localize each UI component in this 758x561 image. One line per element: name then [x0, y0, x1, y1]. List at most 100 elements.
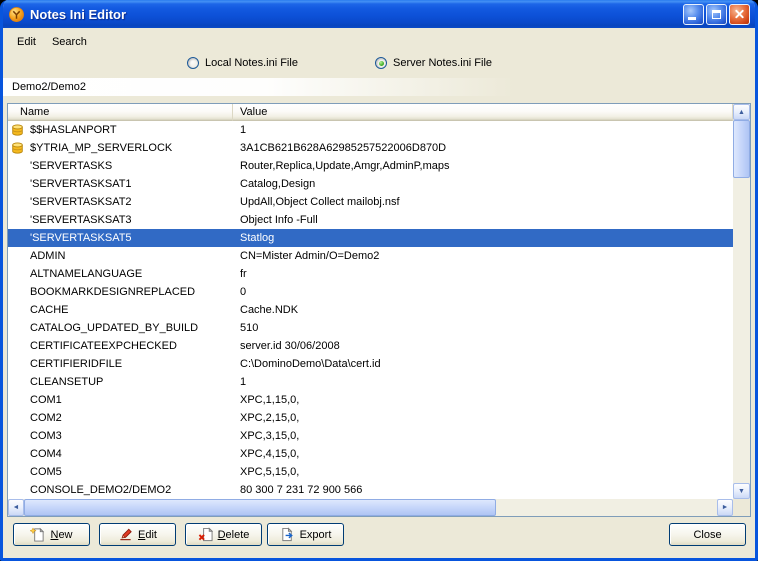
local-radio-label: Local Notes.ini File — [205, 57, 298, 69]
close-window-button[interactable] — [729, 4, 750, 25]
table-row[interactable]: BOOKMARKDESIGNREPLACED0 — [8, 283, 733, 301]
row-icon-slot — [10, 375, 30, 390]
menu-search[interactable]: Search — [44, 34, 95, 50]
row-icon-slot — [10, 177, 30, 192]
server-path: Demo2/Demo2 — [3, 78, 755, 96]
table-header: Name Value — [8, 104, 733, 121]
new-button-label: New — [50, 529, 72, 541]
row-value: C:\DominoDemo\Data\cert.id — [233, 358, 733, 370]
row-icon-slot — [10, 285, 30, 300]
table-row[interactable]: CERTIFICATEEXPCHECKEDserver.id 30/06/200… — [8, 337, 733, 355]
row-name-cell: CONSOLE_DEMO2/DEMO2 — [8, 483, 233, 498]
table-row[interactable]: COM5 XPC,5,15,0, — [8, 463, 733, 481]
delete-button[interactable]: Delete — [185, 523, 262, 546]
table-row[interactable]: CONSOLE_DEMO2/DEMO280 300 7 231 72 900 5… — [8, 481, 733, 499]
column-header-name[interactable]: Name — [8, 104, 233, 121]
server-radio[interactable] — [375, 57, 387, 69]
edit-button[interactable]: Edit — [99, 523, 176, 546]
new-document-icon — [30, 527, 45, 542]
window-title: Notes Ini Editor — [30, 7, 683, 22]
table-row[interactable]: 'SERVERTASKSAT3Object Info -Full — [8, 211, 733, 229]
export-button-label: Export — [300, 529, 332, 541]
app-icon — [8, 6, 25, 23]
database-icon — [10, 141, 30, 156]
new-button[interactable]: New — [13, 523, 90, 546]
row-name-cell: $$HASLANPORT — [8, 123, 233, 138]
row-icon-slot — [10, 249, 30, 264]
table-row[interactable]: 'SERVERTASKSAT5Statlog — [8, 229, 733, 247]
column-header-value[interactable]: Value — [233, 104, 733, 121]
table-row[interactable]: 'SERVERTASKSAT1Catalog,Design — [8, 175, 733, 193]
table-row[interactable]: 'SERVERTASKSAT2UpdAll,Object Collect mai… — [8, 193, 733, 211]
table-row[interactable]: CATALOG_UPDATED_BY_BUILD510 — [8, 319, 733, 337]
menu-edit[interactable]: Edit — [9, 34, 44, 50]
scrollbar-corner — [733, 499, 750, 516]
row-name-cell: CATALOG_UPDATED_BY_BUILD — [8, 321, 233, 336]
local-radio[interactable] — [187, 57, 199, 69]
row-name-cell: ADMIN — [8, 249, 233, 264]
row-value: fr — [233, 268, 733, 280]
scroll-up-button[interactable]: ▲ — [733, 104, 750, 120]
row-name: COM4 — [30, 448, 62, 460]
row-icon-slot — [10, 465, 30, 480]
vertical-scroll-thumb[interactable] — [733, 120, 750, 178]
notes-ini-editor-window: Notes Ini Editor Edit Search Local Notes… — [0, 0, 758, 561]
row-icon-slot — [10, 483, 30, 498]
table-row[interactable]: $$HASLANPORT 1 — [8, 121, 733, 139]
row-name-cell: COM3 — [8, 429, 233, 444]
scroll-right-button[interactable]: ► — [717, 499, 733, 516]
export-button[interactable]: Export — [267, 523, 344, 546]
ini-entries-table: Name Value $$HASLANPORT 1 $YTRIA_MP_SERVE… — [7, 103, 751, 517]
row-value: XPC,5,15,0, — [233, 466, 733, 478]
scroll-down-button[interactable]: ▼ — [733, 483, 750, 499]
vertical-scroll-track[interactable] — [733, 178, 750, 483]
row-name-cell: CERTIFIERIDFILE — [8, 357, 233, 372]
menu-bar: Edit Search — [9, 34, 95, 50]
local-notes-ini-radio[interactable]: Local Notes.ini File — [187, 57, 298, 69]
row-name-cell: 'SERVERTASKSAT2 — [8, 195, 233, 210]
row-icon-slot — [10, 267, 30, 282]
row-name: 'SERVERTASKSAT2 — [30, 196, 132, 208]
table-row[interactable]: CLEANSETUP1 — [8, 373, 733, 391]
row-name-cell: 'SERVERTASKSAT3 — [8, 213, 233, 228]
row-name: CONSOLE_DEMO2/DEMO2 — [30, 484, 171, 496]
row-name-cell: 'SERVERTASKS — [8, 159, 233, 174]
row-name: BOOKMARKDESIGNREPLACED — [30, 286, 195, 298]
horizontal-scrollbar[interactable]: ◄ ► — [8, 499, 733, 516]
vertical-scrollbar[interactable]: ▲ ▼ — [733, 104, 750, 499]
table-row[interactable]: 'SERVERTASKSRouter,Replica,Update,Amgr,A… — [8, 157, 733, 175]
export-icon — [280, 527, 295, 542]
minimize-button[interactable] — [683, 4, 704, 25]
table-row[interactable]: COM2XPC,2,15,0, — [8, 409, 733, 427]
row-icon-slot — [10, 231, 30, 246]
row-name: CERTIFIERIDFILE — [30, 358, 122, 370]
close-dialog-button[interactable]: Close — [669, 523, 746, 546]
row-name: COM5 — [30, 466, 62, 478]
table-row[interactable]: COM4XPC,4,15,0, — [8, 445, 733, 463]
row-name: 'SERVERTASKSAT1 — [30, 178, 132, 190]
table-row[interactable]: COM3XPC,3,15,0, — [8, 427, 733, 445]
row-value: 1 — [233, 124, 733, 136]
horizontal-scroll-thumb[interactable] — [24, 499, 496, 516]
maximize-button[interactable] — [706, 4, 727, 25]
table-row[interactable]: ADMIN CN=Mister Admin/O=Demo2 — [8, 247, 733, 265]
action-button-row: New Edit Delete — [3, 523, 755, 549]
row-value: 1 — [233, 376, 733, 388]
row-name-cell: COM1 — [8, 393, 233, 408]
row-value: CN=Mister Admin/O=Demo2 — [233, 250, 733, 262]
table-row[interactable]: COM1XPC,1,15,0, — [8, 391, 733, 409]
horizontal-scroll-track[interactable] — [496, 499, 717, 516]
row-value: XPC,1,15,0, — [233, 394, 733, 406]
table-row[interactable]: CACHECache.NDK — [8, 301, 733, 319]
table-row[interactable]: ALTNAMELANGUAGEfr — [8, 265, 733, 283]
scroll-left-button[interactable]: ◄ — [8, 499, 24, 516]
row-name: ADMIN — [30, 250, 65, 262]
row-value: 3A1CB621B628A62985257522006D870D — [233, 142, 733, 154]
edit-button-label: Edit — [138, 529, 157, 541]
row-icon-slot — [10, 339, 30, 354]
table-row[interactable]: CERTIFIERIDFILE C:\DominoDemo\Data\cert.i… — [8, 355, 733, 373]
server-notes-ini-radio[interactable]: Server Notes.ini File — [375, 57, 492, 69]
table-row[interactable]: $YTRIA_MP_SERVERLOCK3A1CB621B628A6298525… — [8, 139, 733, 157]
row-name: $$HASLANPORT — [30, 124, 117, 136]
row-value: Object Info -Full — [233, 214, 733, 226]
